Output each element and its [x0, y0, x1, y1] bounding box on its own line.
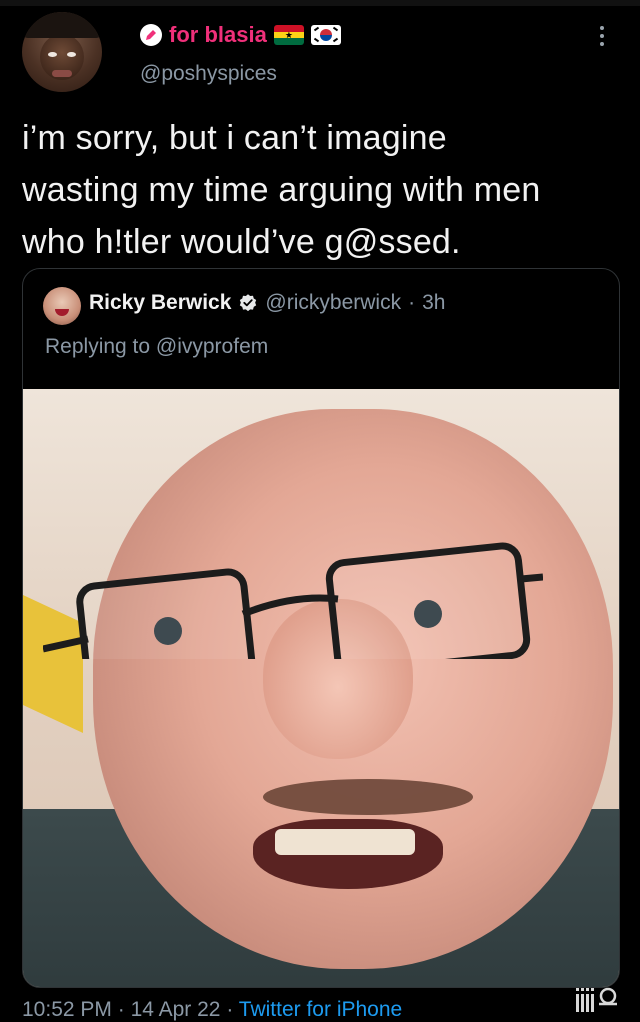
- quoted-display-name[interactable]: Ricky Berwick: [89, 291, 231, 315]
- verified-badge-icon: [240, 294, 257, 312]
- author-handle[interactable]: @poshyspices: [140, 62, 277, 86]
- author-name-row: for blasia ★: [140, 22, 341, 48]
- more-options-icon[interactable]: [598, 26, 606, 46]
- footer-time[interactable]: 10:52 PM: [22, 998, 112, 1021]
- meta-separator: ·: [408, 291, 416, 314]
- quoted-header: Ricky Berwick @rickyberwick · 3h: [89, 291, 445, 315]
- footer-app-source[interactable]: Twitter for iPhone: [239, 998, 402, 1021]
- ghana-flag-icon: ★: [273, 25, 304, 45]
- quoted-handle[interactable]: @rickyberwick: [265, 291, 401, 315]
- tweet-footer: 10:52 PM · 14 Apr 22 · Twitter for iPhon…: [22, 998, 402, 1022]
- author-avatar[interactable]: [22, 12, 102, 92]
- quoted-media-photo[interactable]: [23, 389, 619, 987]
- top-divider: [0, 0, 640, 6]
- footer-separator-2: ·: [226, 998, 234, 1021]
- watermark-icon: [576, 987, 617, 1012]
- tweet-text: i’m sorry, but i can’t imagine wasting m…: [22, 119, 541, 261]
- quoted-timestamp[interactable]: 3h: [422, 291, 445, 315]
- south-korea-flag-icon: [310, 25, 341, 45]
- author-display-name[interactable]: for blasia: [169, 22, 267, 48]
- replying-to-text[interactable]: Replying to @ivyprofem: [45, 335, 268, 359]
- pencil-badge-icon: [140, 24, 162, 46]
- footer-date[interactable]: 14 Apr 22: [131, 998, 221, 1021]
- footer-separator: ·: [117, 998, 125, 1021]
- quoted-tweet[interactable]: Ricky Berwick @rickyberwick · 3h Replyin…: [22, 268, 620, 988]
- quoted-avatar[interactable]: [43, 287, 81, 325]
